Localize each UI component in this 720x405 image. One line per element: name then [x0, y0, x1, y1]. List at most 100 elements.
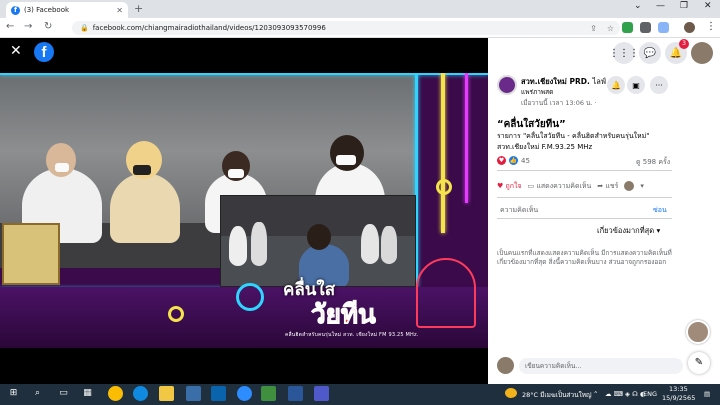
divider — [497, 170, 672, 171]
tray-icons[interactable]: ☁ ⌨ ◈ ☊ ◐ — [605, 390, 646, 398]
word-icon[interactable] — [288, 386, 303, 401]
sort-label: เกี่ยวข้องมากที่สุด — [597, 226, 655, 235]
react-as-avatar[interactable] — [624, 181, 635, 191]
share-label: แชร์ — [605, 181, 619, 190]
comments-heading: ความคิดเห็น — [500, 206, 539, 214]
sidebar-icon[interactable] — [658, 22, 669, 33]
new-tab-button[interactable]: + — [134, 2, 143, 15]
close-viewer-icon[interactable]: ✕ — [10, 44, 22, 58]
mail-icon[interactable] — [211, 386, 226, 401]
face-mask — [133, 165, 151, 175]
teams-icon[interactable] — [314, 386, 329, 401]
post-description-line: รายการ "คลื่นใสวัยทีน - คลื่นฮิตสำหรับคน… — [497, 132, 650, 140]
neon-frame — [465, 73, 468, 203]
extensions-puzzle-icon[interactable] — [640, 22, 651, 33]
close-window-button[interactable]: ✕ — [704, 1, 712, 11]
system-tray-chevron-icon[interactable]: ⌃ — [593, 390, 598, 398]
like-button[interactable]: ♥ ถูกใจ — [497, 181, 522, 192]
address-bar[interactable]: 🔒 facebook.com/chiangmairadiothailand/vi… — [72, 21, 620, 35]
face-mask — [228, 169, 244, 178]
new-message-button[interactable]: ✎ — [688, 352, 710, 374]
bookmark-star-icon[interactable]: ☆ — [607, 24, 614, 33]
task-view-icon[interactable]: ▭ — [56, 386, 71, 401]
forward-button[interactable]: → — [24, 21, 32, 32]
reactions-summary[interactable]: ♥ 👍 45 — [497, 156, 530, 165]
live-video-frame[interactable]: คลื่นใส วัยทีน คลื่นฮิตสำหรับคนรุ่นใหม่ … — [0, 73, 488, 348]
file-explorer-icon[interactable] — [159, 386, 174, 401]
neon-frame — [441, 73, 445, 233]
neon-ring — [168, 306, 184, 322]
live-subtitle: แพร่ภาพสด — [521, 88, 554, 96]
floating-chat-avatar[interactable] — [686, 320, 710, 344]
show-tagline: คลื่นฮิตสำหรับคนรุ่นใหม่ สวท. เชียงใหม่ … — [285, 332, 419, 338]
face-mask — [336, 155, 356, 165]
tab-facebook[interactable]: f (3) Facebook ✕ — [6, 2, 128, 18]
live-label: ไลฟ์ — [592, 77, 607, 86]
comment-sort-dropdown[interactable]: เกี่ยวข้องมากที่สุด ▾ — [597, 225, 660, 237]
search-icon[interactable]: ⌕ — [30, 386, 45, 401]
book-prop — [2, 223, 60, 285]
facebook-favicon-icon: f — [11, 5, 20, 15]
share-page-icon[interactable]: ⇪ — [590, 24, 597, 33]
weather-text[interactable]: 28°C มีเมฆเป็นส่วนใหญ่ — [522, 390, 592, 400]
comment-input[interactable]: เขียนความคิดเห็น... — [519, 358, 683, 374]
restore-button[interactable]: ❐ — [680, 1, 688, 11]
chrome-icon[interactable] — [108, 386, 123, 401]
reaction-count: 45 — [521, 156, 530, 165]
chevron-down-icon[interactable]: ▾ — [640, 182, 644, 190]
minimize-button[interactable]: — — [656, 1, 665, 11]
notification-center-icon[interactable]: ▤ — [704, 390, 710, 398]
comment-label: แสดงความคิดเห็น — [536, 181, 592, 190]
zoom-icon[interactable] — [237, 386, 252, 401]
profile-avatar[interactable] — [684, 22, 695, 33]
store-icon[interactable] — [186, 386, 201, 401]
face-mask — [55, 163, 69, 172]
empty-comments-text: เป็นคนแรกที่แสดงแสดงความคิดเห็น มีการแสด… — [497, 249, 672, 266]
start-icon[interactable]: ⊞ — [6, 386, 21, 401]
presenter-2 — [110, 173, 180, 243]
divider — [497, 218, 672, 219]
bell-icon[interactable]: 🔔 — [607, 76, 625, 94]
language-indicator[interactable]: ENG — [643, 390, 657, 398]
post-title: “คลื่นใสวัยทีน” — [497, 119, 566, 130]
save-icon[interactable]: ▣ — [627, 76, 645, 94]
view-count: ดู 598 ครั้ง — [636, 158, 671, 166]
post-timestamp[interactable]: เมื่อวานนี้ เวลา 13:06 น. · — [521, 98, 597, 108]
tab-title: (3) Facebook — [24, 6, 70, 14]
lock-icon: 🔒 — [80, 24, 89, 32]
action-bar: ♥ ถูกใจ ▭ แสดงความคิดเห็น ➦ แชร์ ▾ — [497, 176, 712, 196]
show-title-line2: วัยทีน — [311, 300, 377, 331]
hide-comments-link[interactable]: ซ่อน — [653, 205, 667, 216]
browser-menu-icon[interactable]: ⋮ — [706, 21, 716, 32]
like-label: ถูกใจ — [505, 181, 522, 190]
neon-ring — [436, 179, 452, 195]
widgets-icon[interactable]: ▦ — [80, 386, 95, 401]
love-reaction-icon: ♥ — [497, 156, 506, 165]
reload-button[interactable]: ↻ — [44, 21, 52, 32]
account-avatar[interactable] — [691, 42, 713, 64]
comment-composer: เขียนความคิดเห็น... — [497, 357, 683, 375]
facebook-logo[interactable]: f — [34, 42, 54, 62]
share-button[interactable]: ➦ แชร์ — [597, 181, 618, 192]
page-avatar[interactable] — [497, 75, 517, 95]
page-name-text[interactable]: สวท.เชียงใหม่ PRD. — [521, 77, 590, 86]
edge-icon[interactable] — [133, 386, 148, 401]
chevron-down-icon: ▾ — [656, 226, 661, 235]
shield-app-icon[interactable] — [261, 386, 276, 401]
post-description-line: สวท.เชียงใหม่ F.M.93.25 MHz — [497, 143, 593, 151]
host-head — [307, 224, 331, 250]
clock-date[interactable]: 15/9/2565 — [662, 394, 695, 402]
presenter-4-head — [330, 135, 364, 171]
extension-icon[interactable] — [622, 22, 633, 33]
notification-count-badge: 3 — [679, 39, 689, 49]
messenger-icon[interactable]: 💬 — [639, 42, 661, 64]
tab-close-icon[interactable]: ✕ — [116, 6, 123, 15]
neon-ring — [236, 283, 264, 311]
menu-grid-icon[interactable]: ⋮⋮⋮ — [609, 42, 639, 64]
weather-icon[interactable] — [505, 388, 517, 398]
tab-search-icon[interactable]: ⌄ — [634, 1, 642, 11]
back-button[interactable]: ← — [6, 21, 14, 32]
more-options-icon[interactable]: ··· — [650, 76, 668, 94]
comment-button[interactable]: ▭ แสดงความคิดเห็น — [528, 181, 592, 192]
clock-time[interactable]: 13:35 — [669, 385, 688, 393]
